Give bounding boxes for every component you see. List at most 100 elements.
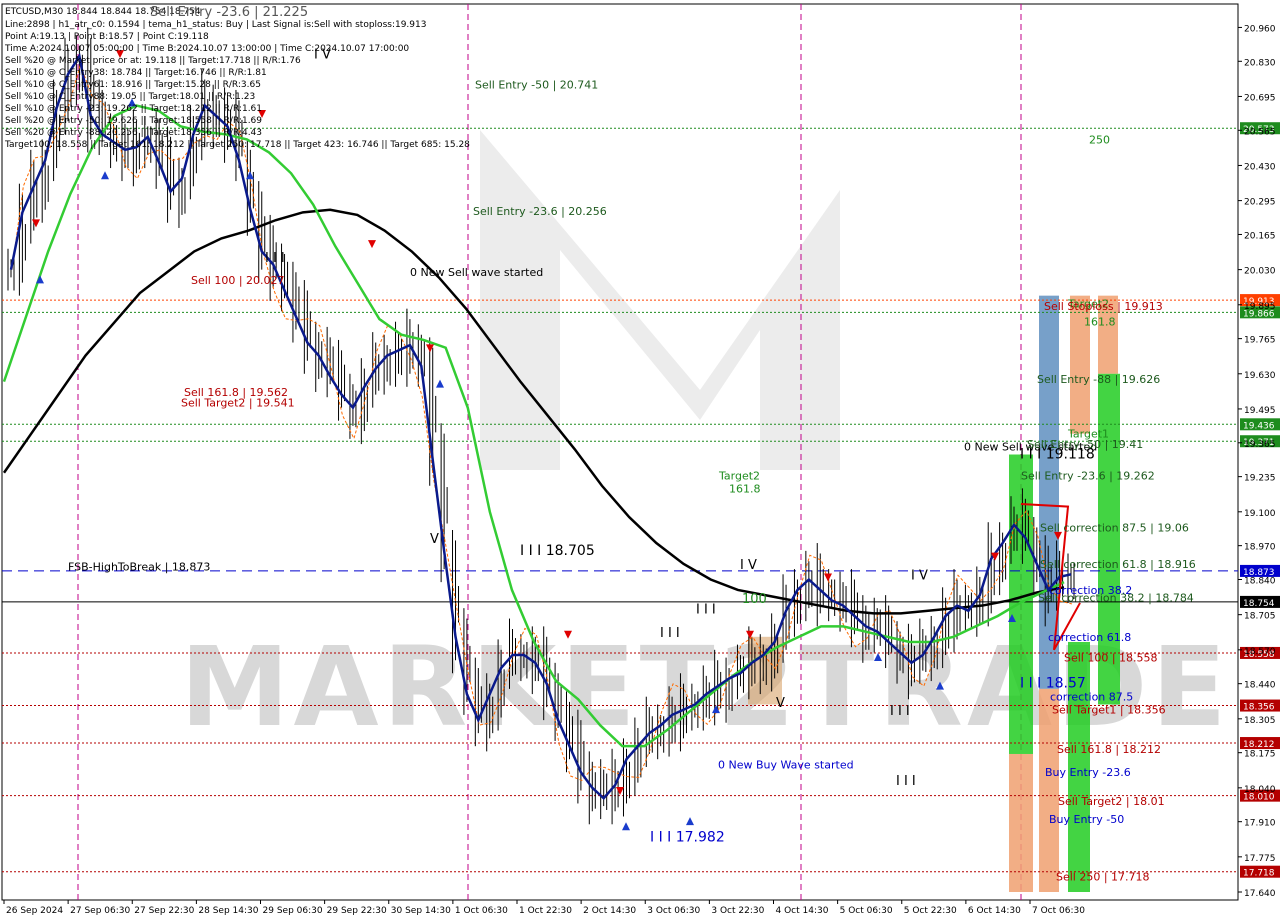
price-tick-label: 20.295 [1244,198,1276,208]
time-tick-label: 5 Oct 22:30 [904,906,957,916]
chart-annotation: I I I 17.982 [650,829,725,845]
price-tick-label: 20.695 [1244,93,1276,103]
chart-annotation: Sell Target2 | 19.541 [181,396,295,409]
price-tag-label: 17.718 [1243,869,1275,879]
chart-annotation: Sell Target1 | 18.356 [1052,704,1166,717]
time-tick-label: 3 Oct 22:30 [711,906,764,916]
header-info-line: Sell %10 @ Entry -23: 19.262 || Target:1… [5,104,262,114]
time-tick-label: 30 Sep 14:30 [391,906,451,916]
chart-annotation: Sell Entry -88 | 19.626 [1037,373,1160,386]
chart-annotation: 161.8 [1084,316,1116,329]
chart-annotation: correction 61.8 [1048,631,1131,644]
chart-annotation: FSB-HighToBreak | 18.873 [68,560,210,573]
wave-label: I I I [696,602,716,617]
chart-annotation: 0 New Buy Wave started [718,758,854,771]
chart-annotation: Sell 100 | 20.027 [191,274,285,287]
price-tick-label: 19.630 [1244,371,1276,381]
chart-annotation: Sell Entry -50 | 20.741 [475,78,598,91]
header-info-line: Point A:19.13 | Point B:18.57 | Point C:… [5,32,209,42]
chart-annotation: Target1 [1067,428,1109,441]
time-tick-label: 2 Oct 14:30 [583,906,636,916]
chart-annotation: I I I 18.705 [520,543,595,559]
price-tick-label: 18.305 [1244,716,1276,726]
time-tick-label: 27 Sep 22:30 [134,906,194,916]
price-tick-label: 18.840 [1244,577,1276,587]
chart-annotation: Sell correction 38.2 | 18.784 [1038,592,1194,605]
time-tick-label: 26 Sep 2024 [6,906,63,916]
wave-label: I V [740,558,757,573]
fib-zone [1009,454,1033,754]
price-tag-label: 18.212 [1243,740,1275,750]
price-tick-label: 18.440 [1244,681,1276,691]
price-tick-label: 17.640 [1244,889,1276,899]
price-tick-label: 17.910 [1244,819,1276,829]
chart-annotation: correction 87.5 [1050,691,1133,704]
wave-label: I I I [896,774,916,789]
chart-window[interactable]: MARKET2TRADE 20.573 19.913 19.866 19.436 19.3… [0,0,1280,920]
wave-label: I I I [890,704,910,719]
chart-annotation: Sell Stoploss | 19.913 [1044,300,1163,313]
chart-annotation: Buy Entry -50 [1049,813,1124,826]
price-tick-label: 19.235 [1244,474,1276,484]
wave-label: V [430,532,439,547]
fib-zone [1009,753,1033,892]
chart-annotation: Buy Entry -23.6 [1045,766,1131,779]
price-tag-label: 19.436 [1243,421,1275,431]
header-info-line: Sell %10 @ C_Entry61: 18.916 || Target:1… [5,80,261,90]
chart-annotation: Sell Entry -23.6 | 20.256 [473,205,607,218]
chart-annotation: Target2 [718,469,760,482]
price-tag-label: 18.356 [1243,703,1275,713]
chart-annotation: 161.8 [729,482,761,495]
chart-annotation: 0 New Sell wave started [410,266,543,279]
header-info-line: Sell %20 @ Entry -50: 19.626 || Target:1… [5,116,262,126]
price-chart[interactable]: MARKET2TRADE20.57319.91319.86619.43619.3… [0,0,1280,920]
price-tick-label: 19.765 [1244,336,1276,346]
time-tick-label: 28 Sep 14:30 [198,906,258,916]
price-tick-label: 19.365 [1244,440,1276,450]
chart-annotation: Sell Target2 | 18.01 [1058,795,1165,808]
wave-label: I I I [265,251,285,266]
header-info-line: Time A:2024.10.07 05:00:00 | Time B:2024… [4,44,409,54]
chart-annotation: Sell correction 61.8 | 18.916 [1040,558,1196,571]
wave-label: I V [911,569,928,584]
header-info-line: Sell %20 @ Entry -88: 20.256 || Target:1… [5,128,262,138]
header-info-line: Target100: 18.558 || Target 161: 18.212 … [4,140,470,150]
price-tick-label: 18.040 [1244,785,1276,795]
chart-annotation: Sell Entry -23.6 | 19.262 [1021,469,1155,482]
time-tick-label: 5 Oct 06:30 [840,906,893,916]
price-tick-label: 20.960 [1244,24,1276,34]
time-tick-label: 6 Oct 14:30 [968,906,1021,916]
wave-label: 100 [742,592,767,607]
time-tick-label: 29 Sep 06:30 [263,906,323,916]
header-info-line: Sell %10 @ C_Entry38: 18.784 || Target:1… [5,68,267,78]
chart-annotation: I I I 19.118 [1020,447,1095,463]
price-tick-label: 18.705 [1244,612,1276,622]
chart-annotation: Sell 100 | 18.558 [1064,652,1158,665]
fib-zone [1039,688,1059,892]
time-tick-label: 3 Oct 06:30 [647,906,700,916]
price-tick-label: 19.495 [1244,406,1276,416]
price-tick-label: 20.030 [1244,267,1276,277]
price-tick-label: 18.970 [1244,543,1276,553]
chart-annotation: Sell correction 87.5 | 19.06 [1040,521,1189,534]
price-tick-label: 20.430 [1244,162,1276,172]
time-tick-label: 1 Oct 22:30 [519,906,572,916]
price-tick-label: 20.830 [1244,58,1276,68]
time-tick-label: 29 Sep 22:30 [327,906,387,916]
time-tick-label: 27 Sep 06:30 [70,906,130,916]
price-tick-label: 20.565 [1244,127,1276,137]
time-tick-label: 7 Oct 06:30 [1032,906,1085,916]
time-tick-label: 4 Oct 14:30 [776,906,829,916]
price-tick-label: 17.775 [1244,854,1276,864]
price-tick-label: 20.165 [1244,231,1276,241]
price-tag-label: 18.754 [1243,599,1275,609]
price-tick-label: 19.895 [1244,302,1276,312]
price-tick-label: 18.570 [1244,647,1276,657]
header-overlay: Sell Entry -23.6 | 21.225 [150,5,308,20]
price-tick-label: 19.100 [1244,509,1276,519]
chart-annotation: I I I 18.57 [1020,676,1086,692]
wave-label: V [776,696,785,711]
time-tick-label: 1 Oct 06:30 [455,906,508,916]
wave-label: I I I [660,626,680,641]
header-info-line: Sell %20 @ Market price or at: 19.118 ||… [5,56,301,66]
